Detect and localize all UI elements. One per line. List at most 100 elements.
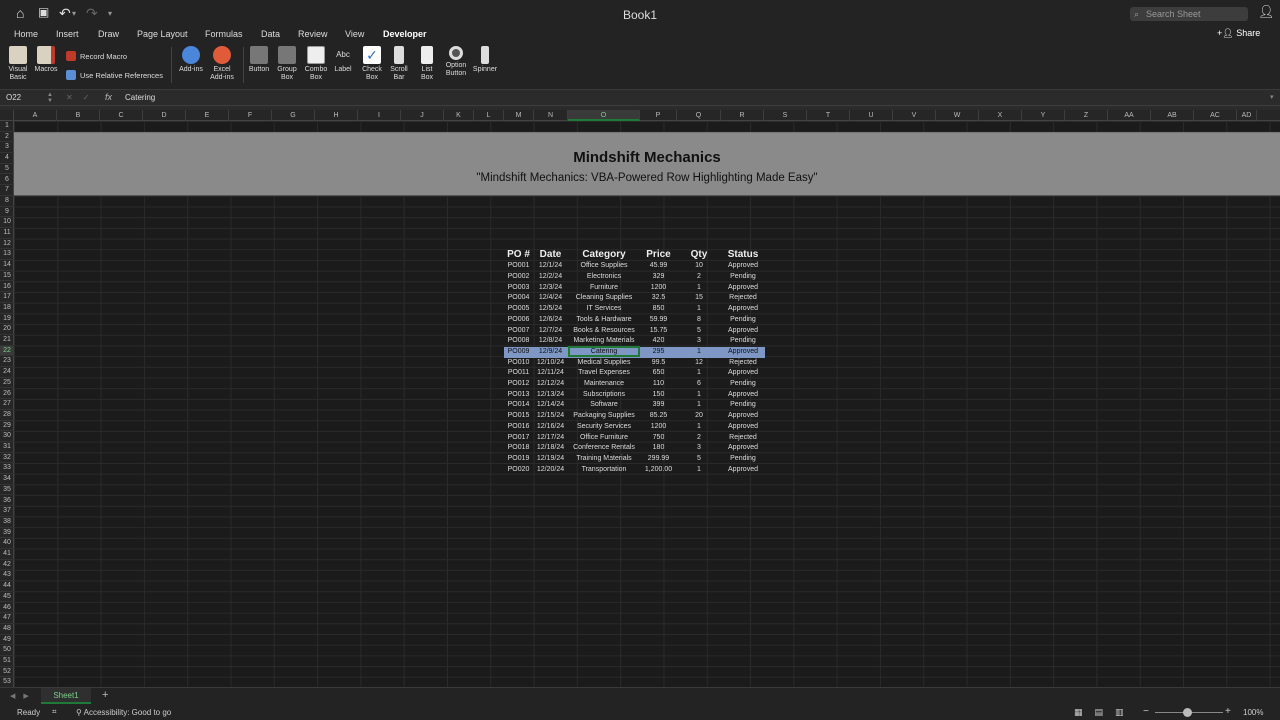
column-header[interactable]: G — [272, 110, 315, 121]
table-cell[interactable]: 1 — [677, 283, 721, 294]
row-header[interactable]: 51 — [0, 656, 14, 667]
zoom-level[interactable]: 100% — [1243, 708, 1263, 717]
name-box-stepper-icon[interactable]: ▲ ▼ — [47, 92, 53, 104]
worksheet-grid[interactable]: A B C D E F G H I J K L M N O P Q R S T U V W X Y Z AA AB AC AD 12345… — [0, 110, 1280, 687]
table-cell[interactable]: Electronics — [568, 272, 640, 283]
table-cell[interactable]: Approved — [721, 443, 765, 454]
row-header[interactable]: 44 — [0, 581, 14, 592]
table-cell[interactable]: Conference Rentals — [568, 443, 640, 454]
table-cell[interactable]: 299.99 — [640, 454, 677, 465]
table-cell[interactable]: 12/17/24 — [533, 433, 568, 444]
row-header[interactable]: 15 — [0, 271, 14, 282]
table-cell[interactable]: Approved — [721, 326, 765, 337]
scroll-bar-button[interactable]: Scroll Bar — [387, 46, 411, 82]
column-header[interactable]: E — [186, 110, 229, 121]
column-header[interactable]: B — [57, 110, 100, 121]
tab-formulas[interactable]: Formulas — [205, 29, 243, 39]
confirm-icon[interactable]: ✓ — [83, 93, 100, 102]
row-header[interactable]: 31 — [0, 442, 14, 453]
row-header[interactable]: 37 — [0, 506, 14, 517]
table-cell[interactable]: 1 — [677, 368, 721, 379]
row-header[interactable]: 16 — [0, 282, 14, 293]
row-header[interactable]: 22 — [0, 345, 14, 357]
table-cell[interactable]: Furniture — [568, 283, 640, 294]
column-header[interactable]: Q — [677, 110, 721, 121]
row-header[interactable]: 14 — [0, 260, 14, 271]
table-cell[interactable]: Pending — [721, 315, 765, 326]
column-header[interactable]: I — [358, 110, 401, 121]
table-cell[interactable]: Packaging Supplies — [568, 411, 640, 422]
table-cell[interactable]: 12/18/24 — [533, 443, 568, 454]
table-cell[interactable]: 180 — [640, 443, 677, 454]
row-header[interactable]: 33 — [0, 463, 14, 475]
row-header[interactable]: 35 — [0, 485, 14, 496]
table-cell[interactable]: Approved — [721, 411, 765, 422]
column-header[interactable]: V — [893, 110, 936, 121]
table-cell[interactable]: 1 — [677, 465, 721, 476]
column-header[interactable]: U — [850, 110, 893, 121]
table-cell[interactable]: 2 — [677, 272, 721, 283]
table-cell[interactable]: 1200 — [640, 283, 677, 294]
table-cell[interactable]: 329 — [640, 272, 677, 283]
table-cell[interactable]: Pending — [721, 454, 765, 465]
page-break-view-icon[interactable]: ▥ — [1115, 707, 1136, 717]
column-header[interactable]: F — [229, 110, 272, 121]
table-cell[interactable]: 99.5 — [640, 358, 677, 369]
table-cell[interactable]: Cleaning Supplies — [568, 293, 640, 304]
table-cell[interactable]: PO003 — [504, 283, 533, 294]
table-cell[interactable]: 12/19/24 — [533, 454, 568, 465]
sheet-tab[interactable]: Sheet1 — [41, 688, 91, 704]
column-header[interactable]: T — [807, 110, 850, 121]
table-cell[interactable]: Office Supplies — [568, 261, 640, 272]
table-cell[interactable]: 59.99 — [640, 315, 677, 326]
row-header[interactable]: 40 — [0, 538, 14, 549]
table-cell[interactable]: PO006 — [504, 315, 533, 326]
row-header[interactable]: 47 — [0, 613, 14, 624]
table-cell[interactable]: PO010 — [504, 358, 533, 369]
table-cell[interactable]: 1,200.00 — [640, 465, 677, 476]
cell-area[interactable]: Mindshift Mechanics "Mindshift Mechanics… — [14, 121, 1280, 687]
row-header[interactable]: 46 — [0, 603, 14, 614]
table-cell[interactable]: 1 — [677, 304, 721, 315]
row-header[interactable]: 12 — [0, 239, 14, 250]
column-header[interactable]: O — [568, 110, 640, 121]
table-cell[interactable]: PO019 — [504, 454, 533, 465]
table-cell[interactable]: PO004 — [504, 293, 533, 304]
fx-icon[interactable]: fx — [105, 92, 112, 102]
table-cell[interactable]: 650 — [640, 368, 677, 379]
column-header[interactable]: Y — [1022, 110, 1065, 121]
table-cell[interactable]: 850 — [640, 304, 677, 315]
table-cell[interactable]: 15.75 — [640, 326, 677, 337]
table-cell[interactable]: Approved — [721, 390, 765, 401]
table-cell[interactable]: 1200 — [640, 422, 677, 433]
tab-page-layout[interactable]: Page Layout — [137, 29, 188, 39]
table-cell[interactable]: PO011 — [504, 368, 533, 379]
add-sheet-icon[interactable]: + — [102, 689, 108, 701]
table-cell[interactable]: 45.99 — [640, 261, 677, 272]
table-cell[interactable]: PO005 — [504, 304, 533, 315]
column-header[interactable]: AD — [1237, 110, 1257, 121]
column-header[interactable]: N — [534, 110, 568, 121]
row-header[interactable]: 48 — [0, 624, 14, 635]
table-cell[interactable]: Security Services — [568, 422, 640, 433]
row-header[interactable]: 3 — [0, 142, 14, 154]
table-cell[interactable]: Software — [568, 400, 640, 411]
row-header[interactable]: 18 — [0, 303, 14, 314]
table-cell[interactable]: 12/12/24 — [533, 379, 568, 390]
prev-sheet-icon[interactable]: ◀ — [10, 693, 23, 700]
table-cell[interactable]: Approved — [721, 465, 765, 476]
table-cell[interactable]: 32.5 — [640, 293, 677, 304]
table-cell[interactable]: 399 — [640, 400, 677, 411]
table-cell[interactable]: PO015 — [504, 411, 533, 422]
table-cell[interactable]: Subscriptions — [568, 390, 640, 401]
column-header[interactable]: A — [14, 110, 57, 121]
table-cell[interactable]: 12/14/24 — [533, 400, 568, 411]
table-cell[interactable]: 12/7/24 — [533, 326, 568, 337]
table-cell[interactable]: 12/2/24 — [533, 272, 568, 283]
row-header[interactable]: 5 — [0, 164, 14, 175]
column-header[interactable]: AA — [1108, 110, 1151, 121]
column-header[interactable]: Z — [1065, 110, 1108, 121]
table-cell[interactable]: Rejected — [721, 433, 765, 444]
table-cell[interactable]: 12/20/24 — [533, 465, 568, 476]
expand-formula-bar-icon[interactable]: ▾ — [1270, 93, 1274, 101]
